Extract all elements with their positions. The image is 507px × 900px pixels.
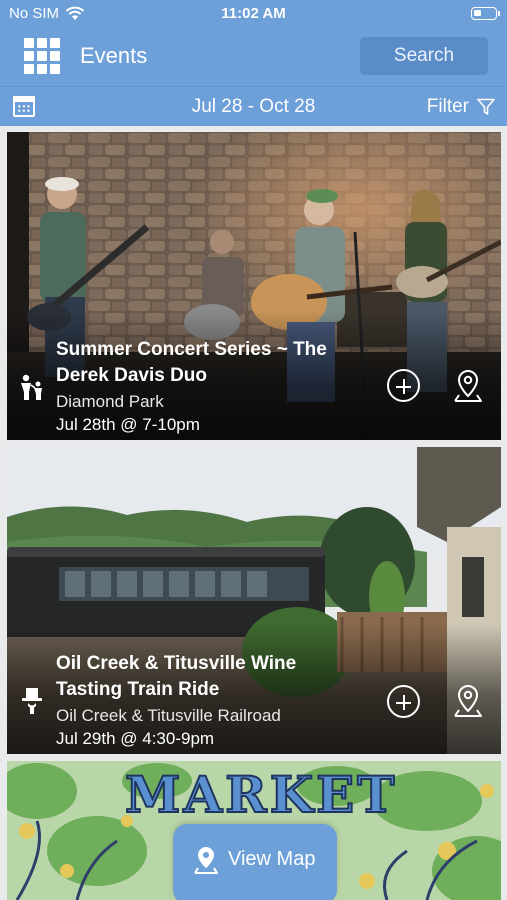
event-time: Jul 29th @ 4:30-9pm — [56, 729, 215, 748]
battery-icon — [471, 7, 500, 20]
view-map-label: View Map — [228, 848, 316, 870]
date-filter-bar: Jul 28 - Oct 28 Filter — [0, 86, 507, 126]
family-icon — [21, 374, 42, 400]
view-map-button[interactable]: View Map — [173, 824, 337, 900]
map-pin-icon — [194, 847, 218, 874]
add-to-calendar-button[interactable] — [387, 369, 420, 402]
map-pin-icon[interactable] — [451, 368, 485, 404]
event-title[interactable]: Oil Creek & Titusville Wine Tasting Trai… — [56, 651, 366, 703]
top-hat-icon — [22, 688, 42, 714]
event-card[interactable]: Oil Creek & Titusville Wine Tasting Trai… — [7, 447, 501, 754]
event-time: Jul 28th @ 7-10pm — [56, 415, 200, 434]
event-title-line2: Tasting Train Ride — [56, 679, 220, 700]
event-title-line1: Oil Creek & Titusville Wine — [56, 653, 297, 674]
add-to-calendar-button[interactable] — [387, 685, 420, 718]
event-venue: Diamond Park — [56, 392, 164, 411]
event-title-line2: Derek Davis Duo — [56, 365, 208, 386]
status-bar: No SIM 11:02 AM — [0, 0, 507, 28]
grid-menu-icon[interactable] — [24, 38, 60, 74]
filter-label: Filter — [426, 96, 469, 117]
event-title[interactable]: Summer Concert Series ~ The Derek Davis … — [56, 337, 366, 389]
event-venue: Oil Creek & Titusville Railroad — [56, 706, 281, 725]
event-title-line1: Summer Concert Series ~ The — [56, 339, 327, 360]
search-button[interactable]: Search — [360, 37, 488, 75]
status-time: 11:02 AM — [221, 5, 286, 22]
event-card[interactable]: Summer Concert Series ~ The Derek Davis … — [7, 132, 501, 440]
page-title: Events — [80, 43, 148, 68]
nav-bar: Events Search — [0, 28, 507, 86]
map-pin-icon[interactable] — [451, 683, 485, 719]
filter-button[interactable]: Filter — [427, 96, 495, 118]
poster-title: MARKET — [124, 764, 398, 825]
funnel-icon — [477, 98, 495, 115]
